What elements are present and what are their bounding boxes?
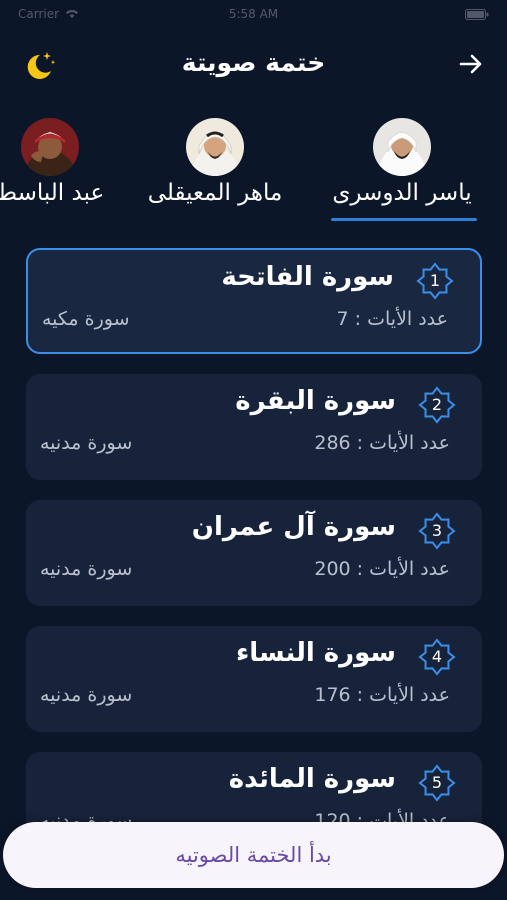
- start-audio-khatma-button[interactable]: بدأ الختمة الصوتيه: [3, 822, 504, 888]
- surah-number-badge: 5: [418, 764, 456, 802]
- surah-name: سورة النساء: [235, 638, 396, 668]
- surah-type: سورة مدنيه: [40, 684, 133, 706]
- status-left: Carrier: [18, 7, 79, 21]
- surah-verse-count: عدد الأيات : 7: [336, 308, 448, 330]
- surah-number: 1: [429, 271, 441, 290]
- selected-reciter-indicator: [331, 218, 477, 221]
- surah-number: 4: [431, 647, 443, 666]
- surah-name: سورة الفاتحة: [221, 262, 394, 292]
- reciter-name: عبد الباسط: [0, 180, 105, 206]
- back-button[interactable]: [457, 50, 485, 78]
- reciter-avatar: [373, 118, 431, 176]
- header: ختمة صويتة: [0, 36, 507, 92]
- page-title: ختمة صويتة: [181, 48, 326, 77]
- surah-number: 3: [431, 521, 443, 540]
- reciter-avatar: [21, 118, 79, 176]
- carrier-label: Carrier: [18, 7, 60, 21]
- wifi-icon: [65, 9, 79, 19]
- arrow-right-icon: [459, 54, 482, 74]
- reciter-item-yasser[interactable]: ياسر الدوسرى: [327, 112, 477, 206]
- surah-number: 2: [431, 395, 443, 414]
- surah-verse-count: عدد الأيات : 176: [314, 684, 450, 706]
- reciter-name: ماهر المعيقلى: [147, 180, 283, 206]
- reciters-list: ياسر الدوسرى ماهر المعيقلى عبد الباسط: [0, 112, 507, 227]
- reciter-item-maher[interactable]: ماهر المعيقلى: [130, 112, 300, 206]
- surah-number: 5: [431, 773, 443, 792]
- battery-icon: [465, 8, 489, 20]
- surah-type: سورة مدنيه: [40, 432, 133, 454]
- surah-name: سورة المائدة: [228, 764, 396, 794]
- surah-name: سورة آل عمران: [191, 512, 396, 542]
- surah-number-badge: 1: [416, 262, 454, 300]
- surah-type: سورة مكيه: [42, 308, 130, 330]
- surah-number-badge: 4: [418, 638, 456, 676]
- surah-number-badge: 2: [418, 386, 456, 424]
- reciter-name: ياسر الدوسرى: [332, 180, 472, 206]
- reciter-avatar: [186, 118, 244, 176]
- surah-card[interactable]: 2 سورة البقرة عدد الأيات : 286 سورة مدني…: [26, 374, 482, 480]
- surah-number-badge: 3: [418, 512, 456, 550]
- reciter-item-abdulbasit[interactable]: عبد الباسط: [0, 112, 115, 206]
- status-bar: Carrier 5:58 AM: [0, 0, 507, 28]
- surah-card[interactable]: 1 سورة الفاتحة عدد الأيات : 7 سورة مكيه: [26, 248, 482, 354]
- surah-verse-count: عدد الأيات : 200: [314, 558, 450, 580]
- surah-card[interactable]: 4 سورة النساء عدد الأيات : 176 سورة مدني…: [26, 626, 482, 732]
- surah-card[interactable]: 3 سورة آل عمران عدد الأيات : 200 سورة مد…: [26, 500, 482, 606]
- surah-type: سورة مدنيه: [40, 558, 133, 580]
- surah-verse-count: عدد الأيات : 286: [314, 432, 450, 454]
- surah-name: سورة البقرة: [235, 386, 396, 416]
